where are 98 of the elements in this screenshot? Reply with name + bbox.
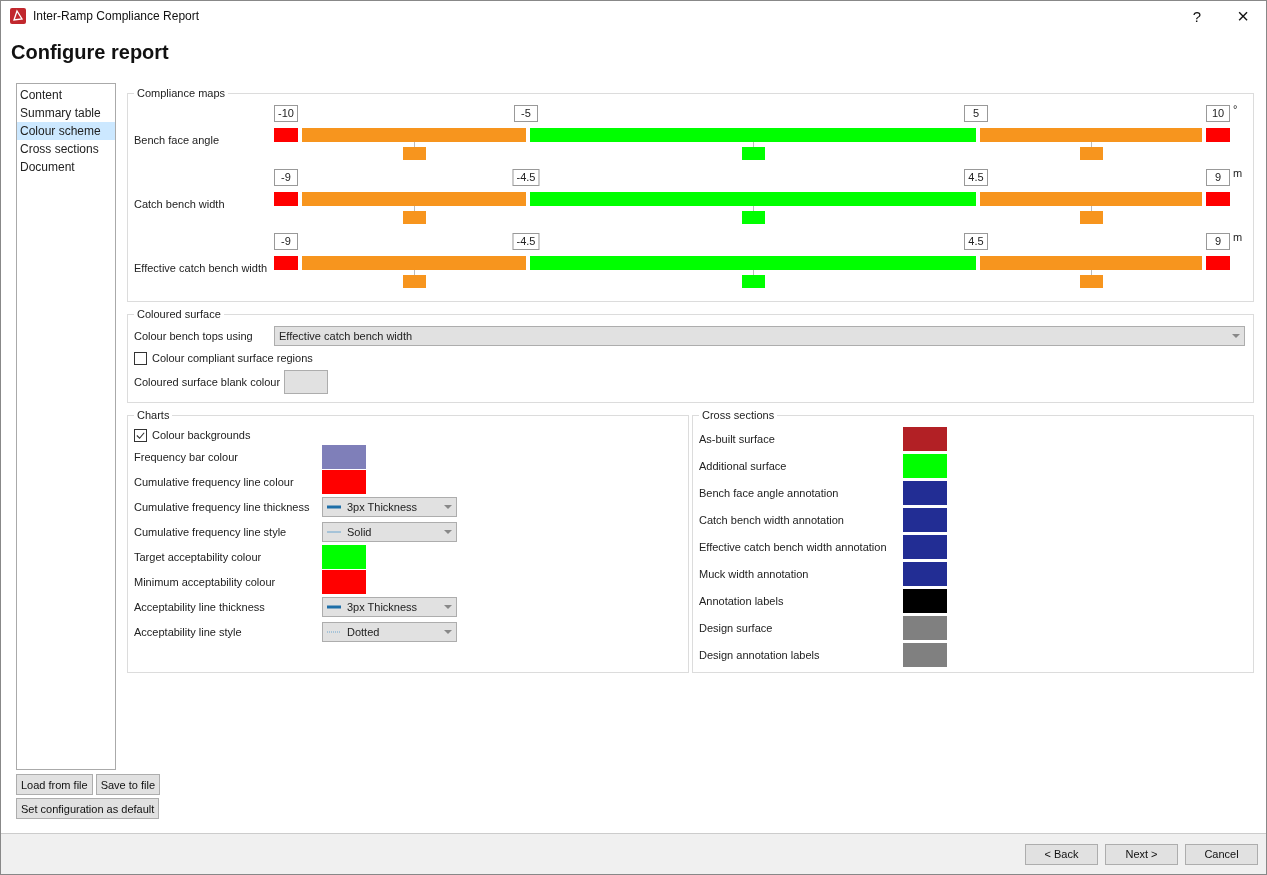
- checkbox-label: Colour compliant surface regions: [152, 352, 313, 364]
- caret-icon: [444, 605, 452, 609]
- threshold-field[interactable]: -5: [514, 105, 538, 122]
- nav-item[interactable]: Summary table: [17, 104, 115, 122]
- threshold-field[interactable]: 9: [1206, 233, 1230, 250]
- map-label: Bench face angle: [134, 133, 220, 146]
- field-label: Design annotation labels: [699, 648, 821, 661]
- field-label: Coloured surface blank colour: [134, 376, 281, 388]
- config-button[interactable]: Set configuration as default: [16, 798, 160, 819]
- threshold-field[interactable]: 4.5: [964, 233, 988, 250]
- app-logo-icon: [10, 8, 26, 24]
- dropdown[interactable]: Dotted: [322, 622, 457, 642]
- field-label: Cumulative frequency line thickness: [134, 501, 311, 513]
- field-label: Acceptability line thickness: [134, 601, 266, 613]
- nav-item[interactable]: Cross sections: [17, 140, 115, 158]
- field-label: Frequency bar colour: [134, 451, 239, 463]
- nav-item[interactable]: Content: [17, 86, 115, 104]
- caret-icon: [444, 505, 452, 509]
- line-sample-icon: [327, 630, 341, 634]
- nav-item[interactable]: Colour scheme: [17, 122, 115, 140]
- unit-label: m: [1232, 231, 1244, 243]
- map-label: Effective catch bench width: [134, 261, 269, 274]
- group-title: Compliance maps: [136, 87, 227, 99]
- field-label: As-built surface: [699, 432, 776, 445]
- threshold-field[interactable]: -10: [274, 105, 298, 122]
- line-sample-icon: [327, 605, 341, 609]
- checkbox[interactable]: [134, 428, 147, 442]
- field-label: Muck width annotation: [699, 567, 810, 580]
- colour-swatch[interactable]: [903, 507, 947, 532]
- checkbox[interactable]: [134, 351, 147, 365]
- field-label: Cumulative frequency line style: [134, 526, 288, 538]
- field-label: Acceptability line style: [134, 626, 243, 638]
- field-label: Bench face angle annotation: [699, 486, 840, 499]
- footer-button[interactable]: Cancel: [1185, 843, 1258, 865]
- nav-item[interactable]: Document: [17, 158, 115, 176]
- threshold-field[interactable]: -9: [274, 169, 298, 186]
- dropdown[interactable]: 3px Thickness: [322, 597, 457, 617]
- colour-swatch[interactable]: [322, 445, 366, 469]
- colour-swatch[interactable]: [741, 211, 765, 224]
- colour-swatch[interactable]: [741, 147, 765, 160]
- field-label: Target acceptability colour: [134, 551, 263, 563]
- config-button[interactable]: Save to file: [95, 774, 161, 795]
- unit-label: °: [1232, 103, 1239, 115]
- colour-swatch[interactable]: [741, 275, 765, 288]
- threshold-field[interactable]: -4.5: [512, 233, 540, 250]
- field-label: Minimum acceptability colour: [134, 576, 277, 588]
- colour-swatch[interactable]: [903, 642, 947, 667]
- unit-label: m: [1232, 167, 1244, 179]
- colour-swatch[interactable]: [903, 561, 947, 586]
- colour-swatch[interactable]: [284, 370, 329, 394]
- field-label: Design surface: [699, 621, 774, 634]
- colour-swatch[interactable]: [402, 147, 426, 160]
- colour-swatch[interactable]: [903, 588, 947, 613]
- group-title: Coloured surface: [136, 308, 222, 320]
- caret-icon: [444, 530, 452, 534]
- colour-swatch[interactable]: [402, 275, 426, 288]
- field-label: Catch bench width annotation: [699, 513, 845, 526]
- field-label: Effective catch bench width annotation: [699, 540, 888, 553]
- dropdown[interactable]: 3px Thickness: [322, 497, 457, 517]
- colour-swatch[interactable]: [903, 453, 947, 478]
- colour-swatch[interactable]: [903, 615, 947, 640]
- colour-swatch[interactable]: [402, 211, 426, 224]
- colour-swatch[interactable]: [1079, 275, 1103, 288]
- colour-swatch[interactable]: [1079, 147, 1103, 160]
- field-label: Annotation labels: [699, 594, 785, 607]
- line-sample-icon: [327, 505, 341, 509]
- threshold-field[interactable]: -9: [274, 233, 298, 250]
- threshold-field[interactable]: 10: [1206, 105, 1230, 122]
- colour-swatch[interactable]: [903, 480, 947, 505]
- close-button[interactable]: ×: [1220, 1, 1266, 31]
- page-heading: Configure report: [11, 41, 170, 65]
- help-button[interactable]: ?: [1174, 1, 1220, 31]
- colour-swatch[interactable]: [903, 426, 947, 451]
- footer-button[interactable]: < Back: [1025, 843, 1098, 865]
- colour-swatch[interactable]: [1079, 211, 1103, 224]
- window-title: Inter-Ramp Compliance Report: [33, 9, 200, 23]
- threshold-field[interactable]: 4.5: [964, 169, 988, 186]
- field-label: Additional surface: [699, 459, 788, 472]
- caret-icon: [444, 630, 452, 634]
- checkbox-label: Colour backgrounds: [152, 429, 251, 441]
- footer-button[interactable]: Next >: [1105, 843, 1178, 865]
- group-title: Cross sections: [701, 409, 776, 421]
- threshold-field[interactable]: 5: [964, 105, 988, 122]
- colour-swatch[interactable]: [322, 545, 366, 569]
- dropdown[interactable]: Solid: [322, 522, 457, 542]
- colour-swatch[interactable]: [322, 570, 366, 594]
- threshold-field[interactable]: -4.5: [512, 169, 540, 186]
- threshold-field[interactable]: 9: [1206, 169, 1230, 186]
- dropdown[interactable]: Effective catch bench width: [274, 326, 1245, 346]
- field-label: Cumulative frequency line colour: [134, 476, 295, 488]
- colour-swatch[interactable]: [322, 470, 366, 494]
- field-label: Colour bench tops using: [134, 330, 254, 342]
- line-sample-icon: [327, 530, 341, 534]
- map-label: Catch bench width: [134, 197, 226, 210]
- colour-swatch[interactable]: [903, 534, 947, 559]
- caret-icon: [1232, 334, 1240, 338]
- config-button[interactable]: Load from file: [16, 774, 93, 795]
- group-title: Charts: [136, 409, 171, 421]
